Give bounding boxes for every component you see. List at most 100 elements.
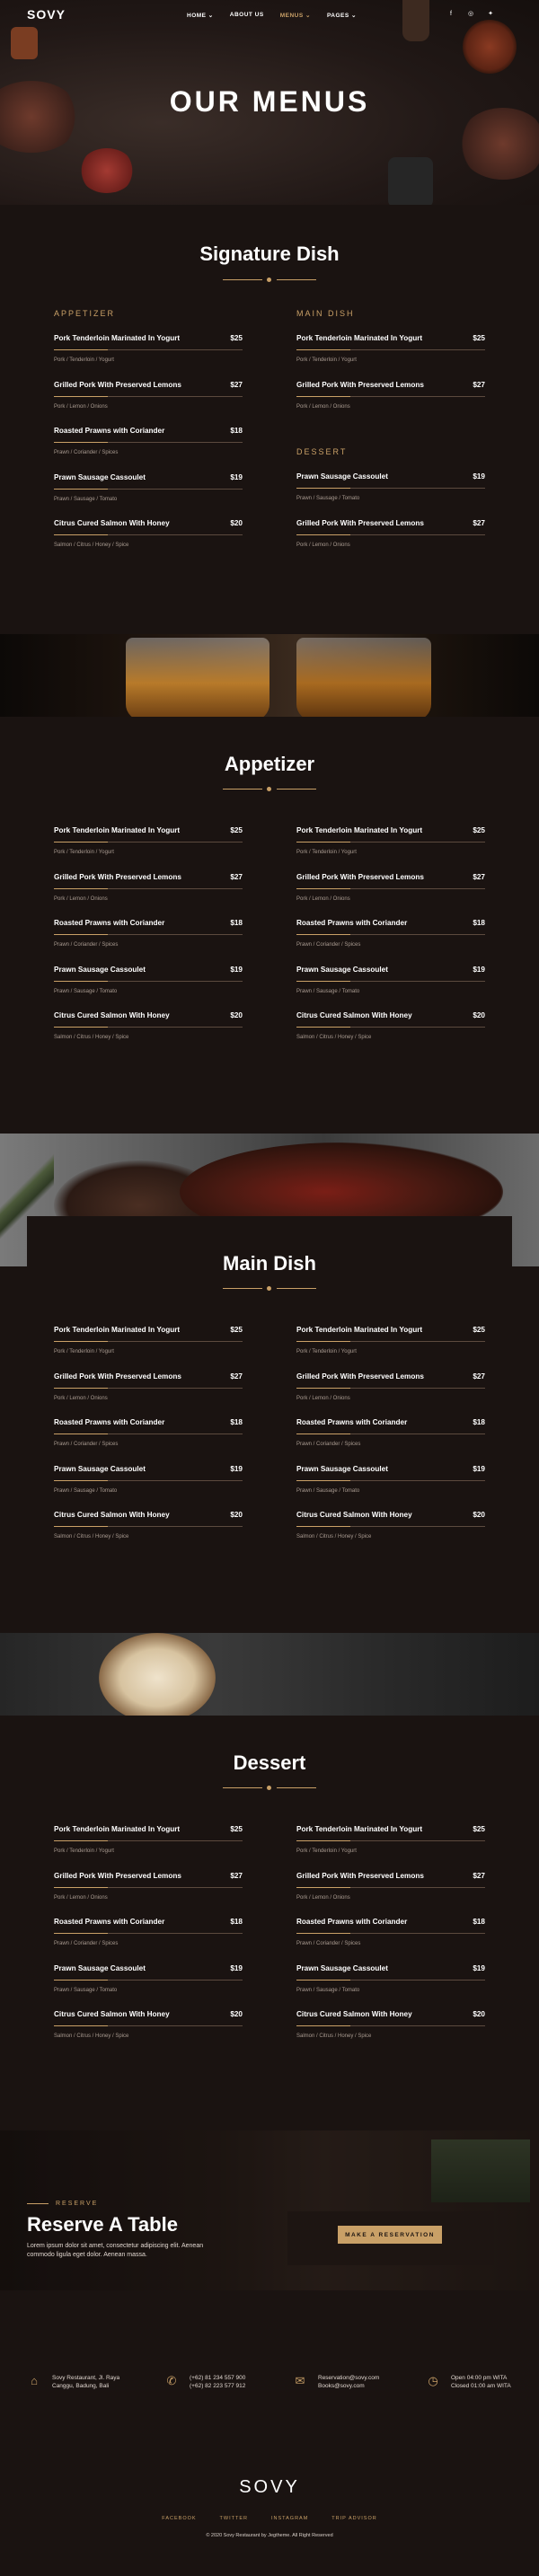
menu-item-ingredients: Pork / Lemon / Onions xyxy=(296,542,350,548)
menu-item: Roasted Prawns with Coriander $18 Prawn / … xyxy=(296,1418,485,1447)
menu-item-price: $27 xyxy=(230,1372,243,1381)
title-divider xyxy=(223,278,316,283)
menu-item-price: $20 xyxy=(230,2010,243,2018)
footer-link-twitter[interactable]: TWITTER xyxy=(220,2516,248,2521)
menu-item-divider xyxy=(54,980,243,982)
instagram-icon[interactable]: ◎ xyxy=(467,11,474,18)
menu-item-ingredients: Salmon / Citrus / Honey / Spice xyxy=(54,2033,129,2039)
menu-item-price: $27 xyxy=(473,1871,485,1880)
menu-item: Roasted Prawns with Coriander $18 Prawn / … xyxy=(54,919,243,948)
menu-item-divider xyxy=(296,1387,485,1389)
dessert-plate-image xyxy=(0,1633,539,1716)
menu-item-price: $19 xyxy=(230,965,243,974)
facebook-icon[interactable]: f xyxy=(447,11,455,18)
menu-item-ingredients: Prawn / Coriander / Spices xyxy=(54,1941,119,1946)
menu-item-name: Prawn Sausage Cassoulet xyxy=(296,965,388,974)
footer-link-trip-advisor[interactable]: TRIP ADVISOR xyxy=(331,2516,376,2521)
menu-item-divider xyxy=(296,887,485,889)
menu-item-ingredients: Salmon / Citrus / Honey / Spice xyxy=(54,543,129,548)
menu-item-divider xyxy=(296,534,485,535)
menu-item: Prawn Sausage Cassoulet $19 Prawn / Sausag… xyxy=(54,966,243,994)
menu-item-name: Grilled Pork With Preserved Lemons xyxy=(296,872,424,881)
menu-item-divider xyxy=(54,534,243,535)
menu-item-ingredients: Salmon / Citrus / Honey / Spice xyxy=(296,2033,372,2039)
title-divider xyxy=(223,1286,316,1292)
menu-item-name: Roasted Prawns with Coriander xyxy=(54,427,165,435)
menu-item-ingredients: Pork / Tenderloin / Yogurt xyxy=(54,357,114,363)
menu-item-ingredients: Prawn / Sausage / Tomato xyxy=(296,496,360,501)
menu-item-name: Pork Tenderloin Marinated In Yogurt xyxy=(54,826,181,834)
menu-item-name: Prawn Sausage Cassoulet xyxy=(296,1464,388,1473)
menu-item-ingredients: Prawn / Coriander / Spices xyxy=(54,450,119,455)
menu-item-divider xyxy=(296,1479,485,1481)
site-logo[interactable]: SOVY xyxy=(27,7,66,22)
nav-home[interactable]: HOME ⌄ xyxy=(187,12,214,19)
menu-item-price: $18 xyxy=(473,919,485,927)
menu-item: Pork Tenderloin Marinated In Yogurt $25 Po… xyxy=(296,826,485,855)
menu-item-ingredients: Prawn / Sausage / Tomato xyxy=(54,988,118,994)
menu-item-name: Grilled Pork With Preserved Lemons xyxy=(54,380,181,389)
menu-item-price: $19 xyxy=(473,965,485,974)
sauce-bowl-image xyxy=(463,20,517,74)
menu-item-price: $27 xyxy=(230,1871,243,1880)
menu-item: Roasted Prawns with Coriander $18 Prawn / … xyxy=(54,1418,243,1447)
menu-item-name: Roasted Prawns with Coriander xyxy=(54,1918,165,1926)
contact-phone: ✆ (+62) 81 234 557 900 (+62) 82 223 577 9… xyxy=(164,2374,246,2390)
menu-item-price: $27 xyxy=(473,380,485,389)
menu-item-divider xyxy=(296,1979,485,1981)
menu-item-price: $20 xyxy=(230,1011,243,1019)
twitter-icon[interactable]: ✦ xyxy=(487,11,494,18)
menu-item: Pork Tenderloin Marinated In Yogurt $25 Po… xyxy=(54,334,243,363)
menu-item-ingredients: Pork / Lemon / Onions xyxy=(296,1894,350,1901)
menu-item-ingredients: Pork / Lemon / Onions xyxy=(296,403,350,410)
menu-item: Citrus Cured Salmon With Honey $20 Salmon … xyxy=(54,1511,243,1539)
menu-item-divider xyxy=(54,1840,243,1841)
menu-item-ingredients: Pork / Tenderloin / Yogurt xyxy=(296,357,357,363)
footer-logo[interactable]: SOVY xyxy=(0,2477,539,2498)
nav-menus[interactable]: MENUS ⌄ xyxy=(280,12,311,19)
footer-link-instagram[interactable]: INSTAGRAM xyxy=(271,2516,308,2521)
menu-item-divider xyxy=(296,1526,485,1527)
menu-item-price: $18 xyxy=(473,1918,485,1926)
menu-item: Grilled Pork With Preserved Lemons $27 Por… xyxy=(54,381,243,410)
menu-item-name: Grilled Pork With Preserved Lemons xyxy=(296,1871,424,1880)
menu-item-divider xyxy=(296,1886,485,1888)
menu-item-price: $27 xyxy=(230,872,243,881)
menu-item: Citrus Cured Salmon With Honey $20 Salmon … xyxy=(54,519,243,548)
make-reservation-button[interactable]: MAKE A RESERVATION xyxy=(338,2226,442,2244)
menu-item-name: Roasted Prawns with Coriander xyxy=(296,919,408,927)
nav-pages[interactable]: PAGES ⌄ xyxy=(327,12,357,19)
category-dessert: DESSERT xyxy=(296,447,348,456)
menu-item-ingredients: Prawn / Sausage / Tomato xyxy=(54,496,118,502)
menu-item-ingredients: Salmon / Citrus / Honey / Spice xyxy=(54,1035,129,1040)
menu-item-divider xyxy=(54,934,243,935)
menu-item-ingredients: Pork / Lemon / Onions xyxy=(296,895,350,902)
menu-item-name: Citrus Cured Salmon With Honey xyxy=(296,1511,412,1519)
menu-item: Citrus Cured Salmon With Honey $20 Salmon … xyxy=(296,1011,485,1040)
menu-item-ingredients: Pork / Tenderloin / Yogurt xyxy=(296,1349,357,1354)
menu-item: Prawn Sausage Cassoulet $19 Prawn / Sausag… xyxy=(296,1465,485,1494)
menu-item-ingredients: Pork / Tenderloin / Yogurt xyxy=(54,1349,114,1354)
menu-item-name: Grilled Pork With Preserved Lemons xyxy=(296,1372,424,1381)
menu-item-ingredients: Prawn / Coriander / Spices xyxy=(296,1941,361,1946)
menu-item-divider xyxy=(54,1979,243,1981)
menu-item-price: $18 xyxy=(230,1418,243,1426)
menu-item-name: Grilled Pork With Preserved Lemons xyxy=(296,518,424,527)
menu-item-ingredients: Pork / Lemon / Onions xyxy=(54,1894,108,1901)
nav-about-us[interactable]: ABOUT US xyxy=(230,12,264,19)
dessert-title: Dessert xyxy=(233,1751,306,1774)
menu-item-name: Prawn Sausage Cassoulet xyxy=(54,1963,146,1972)
menu-item: Roasted Prawns with Coriander $18 Prawn / … xyxy=(54,427,243,455)
menu-item-ingredients: Pork / Lemon / Onions xyxy=(296,1395,350,1401)
menu-item: Roasted Prawns with Coriander $18 Prawn / … xyxy=(296,919,485,948)
menu-item: Grilled Pork With Preserved Lemons $27 Por… xyxy=(296,1372,485,1401)
category-appetizer: APPETIZER xyxy=(54,309,116,318)
menu-item-divider xyxy=(54,887,243,889)
menu-item-name: Prawn Sausage Cassoulet xyxy=(54,1464,146,1473)
footer-link-facebook[interactable]: FACEBOOK xyxy=(162,2516,196,2521)
menu-item-price: $18 xyxy=(230,427,243,435)
menu-item-ingredients: Prawn / Sausage / Tomato xyxy=(54,1987,118,1993)
menu-item-price: $19 xyxy=(473,472,485,481)
menu-item-price: $25 xyxy=(473,826,485,834)
restaurant-interior-image xyxy=(0,2130,539,2290)
